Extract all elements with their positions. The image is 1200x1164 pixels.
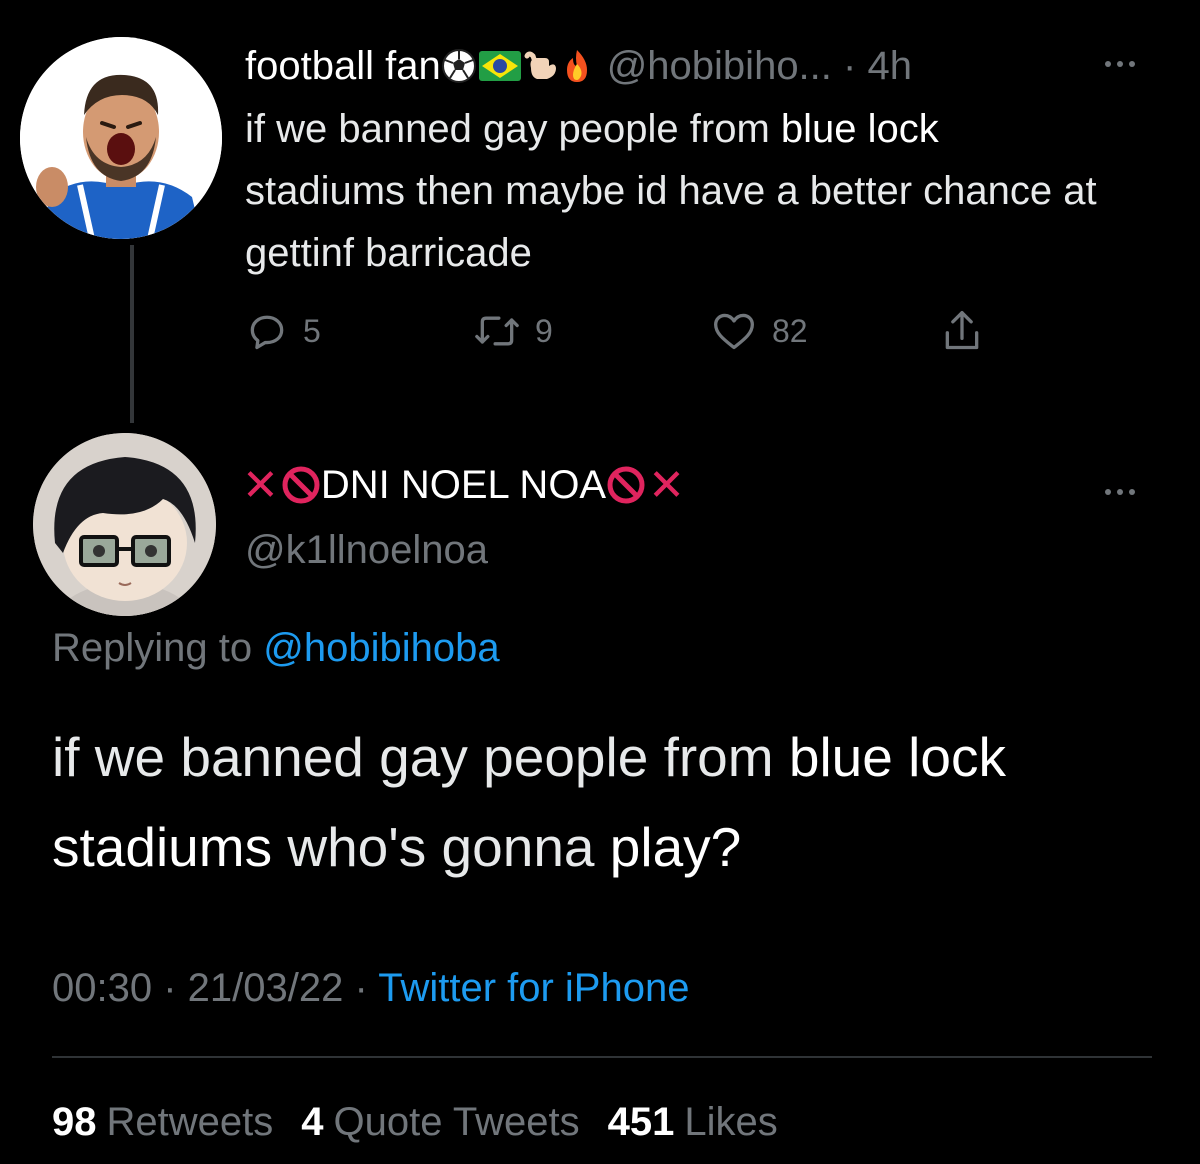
replying-to-handle-link[interactable]: @hobibihoba <box>263 626 499 670</box>
more-dot-icon <box>1105 489 1111 495</box>
retweet-icon <box>475 316 519 346</box>
more-dot-icon <box>1129 61 1135 67</box>
tweet-text: if we banned gay people from blue lock s… <box>245 98 1145 284</box>
reply-button[interactable]: 5 <box>245 306 321 356</box>
replying-to: Replying to @hobibihoba <box>52 626 500 671</box>
handle[interactable]: @k1llnoelnoa <box>245 528 488 573</box>
divider <box>52 1056 1152 1058</box>
red-x-icon: ✕ <box>242 460 279 510</box>
separator-dot: · <box>354 966 379 1010</box>
fire-icon <box>566 50 587 82</box>
heart-icon <box>714 313 754 350</box>
tweet-text-highlight: play? <box>609 816 742 878</box>
prohibited-icon <box>607 466 645 504</box>
red-x-icon: ✕ <box>648 460 685 510</box>
football-fan-avatar-image <box>20 37 222 239</box>
more-dot-icon <box>1117 489 1123 495</box>
thread-connector-line <box>130 245 134 423</box>
brazil-flag-icon <box>478 51 521 81</box>
tweet-text-highlight: blue lock <box>788 726 1006 788</box>
more-options-button[interactable] <box>1085 44 1155 84</box>
name-emojis <box>441 48 593 84</box>
tweet-date[interactable]: 21/03/22 <box>188 966 344 1010</box>
replying-prefix: Replying to <box>52 626 264 670</box>
retweets-count: 98 <box>52 1100 97 1144</box>
retweets-stat[interactable]: 98 Retweets <box>52 1100 273 1145</box>
separator-dot: · <box>163 966 188 1010</box>
tweet-text: if we banned gay people from blue lock s… <box>52 712 1192 892</box>
tweet-time[interactable]: 00:30 <box>52 966 152 1010</box>
separator-dot: · <box>843 43 868 88</box>
tweet-actions: 5 9 82 <box>245 306 1005 356</box>
handle[interactable]: @hobibiho... <box>607 44 832 88</box>
like-button[interactable]: 82 <box>710 306 808 356</box>
likes-label: Likes <box>684 1100 778 1144</box>
tweet-header: football fan @hobibiho... · 4h <box>245 40 912 92</box>
display-name[interactable]: football fan <box>245 44 441 89</box>
retweet-count: 9 <box>535 312 553 349</box>
quote-tweets-count: 4 <box>301 1100 324 1144</box>
more-options-button[interactable] <box>1085 472 1155 512</box>
call-me-hand-icon <box>524 51 556 79</box>
tweet-timestamp-row: 00:30 · 21/03/22 · Twitter for iPhone <box>52 966 689 1011</box>
tweet-source-link[interactable]: Twitter for iPhone <box>378 966 689 1010</box>
tweet-stats: 98 Retweets 4 Quote Tweets 451 Likes <box>52 1100 778 1145</box>
tweet-text-part: stadiums then maybe id have a better cha… <box>245 169 1097 275</box>
display-name[interactable]: DNI NOEL NOA <box>321 463 606 508</box>
quote-tweets-stat[interactable]: 4 Quote Tweets <box>301 1100 579 1145</box>
avatar[interactable] <box>33 433 216 616</box>
display-name-row[interactable]: ✕ DNI NOEL NOA ✕ <box>240 458 687 512</box>
more-dot-icon <box>1129 489 1135 495</box>
more-dot-icon <box>1105 61 1111 67</box>
tweet-text-part: if we banned gay people from <box>52 726 789 788</box>
like-count: 82 <box>772 312 808 349</box>
likes-count: 451 <box>607 1100 675 1144</box>
tweet-text-part: who's gonna <box>272 816 610 878</box>
reply-icon <box>250 315 284 350</box>
tweet-text-part: if we banned gay people from <box>245 107 781 151</box>
plush-doll-avatar-image <box>33 433 216 616</box>
share-button[interactable] <box>940 306 984 356</box>
tweet-text-highlight: blue lock <box>780 107 939 151</box>
tweet-age[interactable]: 4h <box>867 44 912 88</box>
avatar[interactable] <box>20 37 222 239</box>
prohibited-icon <box>282 466 320 504</box>
quote-tweets-label: Quote Tweets <box>333 1100 580 1144</box>
likes-stat[interactable]: 451 Likes <box>608 1100 778 1145</box>
tweet-meta: @hobibiho... · 4h <box>607 44 912 89</box>
tweet-text-highlight: stadiums <box>52 816 273 878</box>
soccer-ball-icon <box>441 49 476 83</box>
reply-count: 5 <box>303 312 321 349</box>
more-dot-icon <box>1117 61 1123 67</box>
retweet-button[interactable]: 9 <box>473 306 553 356</box>
retweets-label: Retweets <box>106 1100 274 1144</box>
share-icon <box>945 311 979 350</box>
